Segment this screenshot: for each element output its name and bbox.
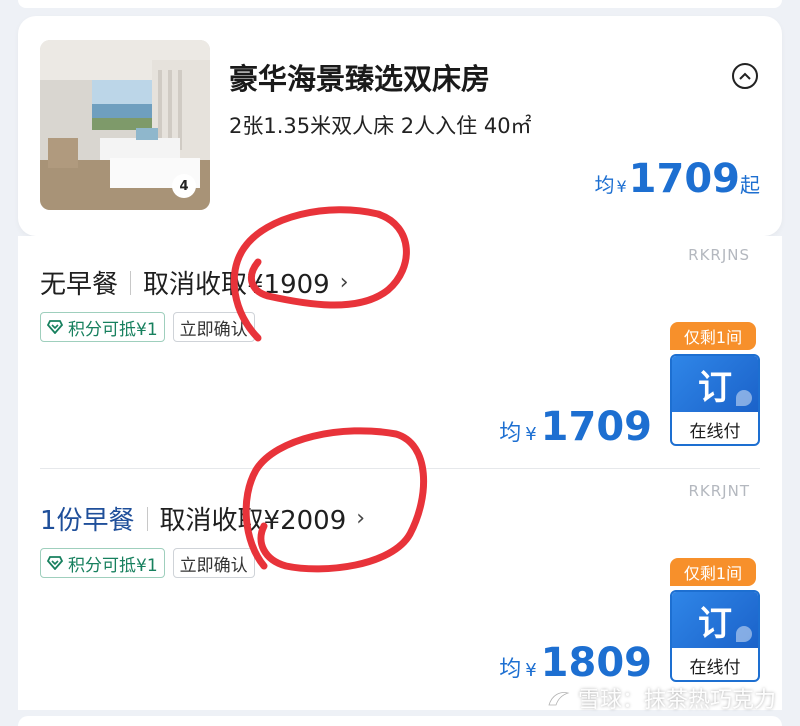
price-currency: ¥ — [525, 424, 537, 445]
next-card-edge — [18, 716, 782, 726]
rate-header[interactable]: 无早餐 取消收取¥1909 › — [40, 264, 349, 301]
diamond-icon — [47, 320, 63, 334]
snowball-logo-icon — [548, 692, 570, 706]
price-prefix: 均 — [499, 657, 522, 682]
room-photo[interactable]: 4 — [40, 40, 210, 210]
rate-tags: 积分可抵¥1 立即确认 — [40, 312, 255, 342]
price-prefix: 均 — [499, 421, 522, 446]
rate-price: 均 ¥ 1709 — [499, 404, 652, 450]
room-card[interactable]: 4 豪华海景臻选双床房 2张1.35米双人床 2人入住 40㎡ 均 ¥ 1709… — [18, 16, 782, 236]
cancel-policy-label: 取消收取¥2009 — [159, 506, 347, 536]
price-currency: ¥ — [525, 660, 537, 681]
collapse-button[interactable] — [732, 63, 758, 89]
instant-confirm-label: 立即确认 — [179, 319, 248, 340]
chevron-right-icon: › — [356, 506, 366, 531]
header-divider — [146, 506, 148, 531]
breakfast-label: 1份早餐 — [40, 506, 135, 536]
price-currency: ¥ — [616, 177, 627, 196]
points-tag-label: 积分可抵¥1 — [68, 555, 158, 576]
pay-online-label: 在线付 — [689, 657, 741, 678]
rate-plan[interactable]: RKRJNT 1份早餐 取消收取¥2009 › 积分可抵¥1 立即确认 仅剩1间… — [18, 472, 782, 708]
rate-plan-list: RKRJNS 无早餐 取消收取¥1909 › 积分可抵¥1 立即确认 仅剩1间 … — [18, 236, 782, 710]
rate-header[interactable]: 1份早餐 取消收取¥2009 › — [40, 500, 365, 537]
rate-tags: 积分可抵¥1 立即确认 — [40, 548, 255, 578]
room-title: 豪华海景臻选双床房 — [229, 62, 491, 96]
previous-card-edge — [18, 0, 782, 8]
stock-badge: 仅剩1间 — [670, 558, 756, 586]
watermark-text: 雪球：抹茶热巧克力 — [577, 688, 776, 713]
chevron-right-icon: › — [339, 270, 349, 295]
rate-price: 均 ¥ 1809 — [499, 640, 652, 686]
book-button-label: 订 — [672, 356, 758, 412]
book-button[interactable]: 订 在线付 — [670, 590, 760, 682]
points-tag: 积分可抵¥1 — [40, 312, 165, 342]
price-suffix: 起 — [740, 173, 760, 197]
book-button[interactable]: 订 在线付 — [670, 354, 760, 446]
stock-badge: 仅剩1间 — [670, 322, 756, 350]
points-tag: 积分可抵¥1 — [40, 548, 165, 578]
instant-confirm-tag: 立即确认 — [172, 548, 255, 578]
room-description: 2张1.35米双人床 2人入住 40㎡ — [229, 114, 532, 138]
pay-online-label: 在线付 — [689, 421, 741, 442]
price-value: 1709 — [540, 404, 652, 450]
header-divider — [130, 270, 132, 295]
price-value: 1709 — [628, 156, 740, 202]
photo-count-badge: 4 — [172, 174, 196, 198]
cancel-policy-label: 取消收取¥1909 — [143, 270, 330, 300]
price-prefix: 均 — [594, 173, 615, 197]
room-price: 均 ¥ 1709 起 — [594, 156, 760, 202]
book-button-label: 订 — [672, 592, 758, 648]
rate-plan[interactable]: RKRJNS 无早餐 取消收取¥1909 › 积分可抵¥1 立即确认 仅剩1间 … — [18, 236, 782, 472]
divider — [40, 468, 760, 469]
rate-code: RKRJNT — [688, 482, 750, 500]
instant-confirm-label: 立即确认 — [179, 555, 248, 576]
watermark: 雪球：抹茶热巧克力 — [546, 682, 776, 714]
instant-confirm-tag: 立即确认 — [172, 312, 255, 342]
breakfast-label: 无早餐 — [40, 270, 119, 300]
points-tag-label: 积分可抵¥1 — [68, 319, 158, 340]
chevron-up-icon — [739, 72, 751, 80]
rate-code: RKRJNS — [688, 246, 750, 264]
price-value: 1809 — [540, 640, 652, 686]
diamond-icon — [47, 556, 63, 570]
